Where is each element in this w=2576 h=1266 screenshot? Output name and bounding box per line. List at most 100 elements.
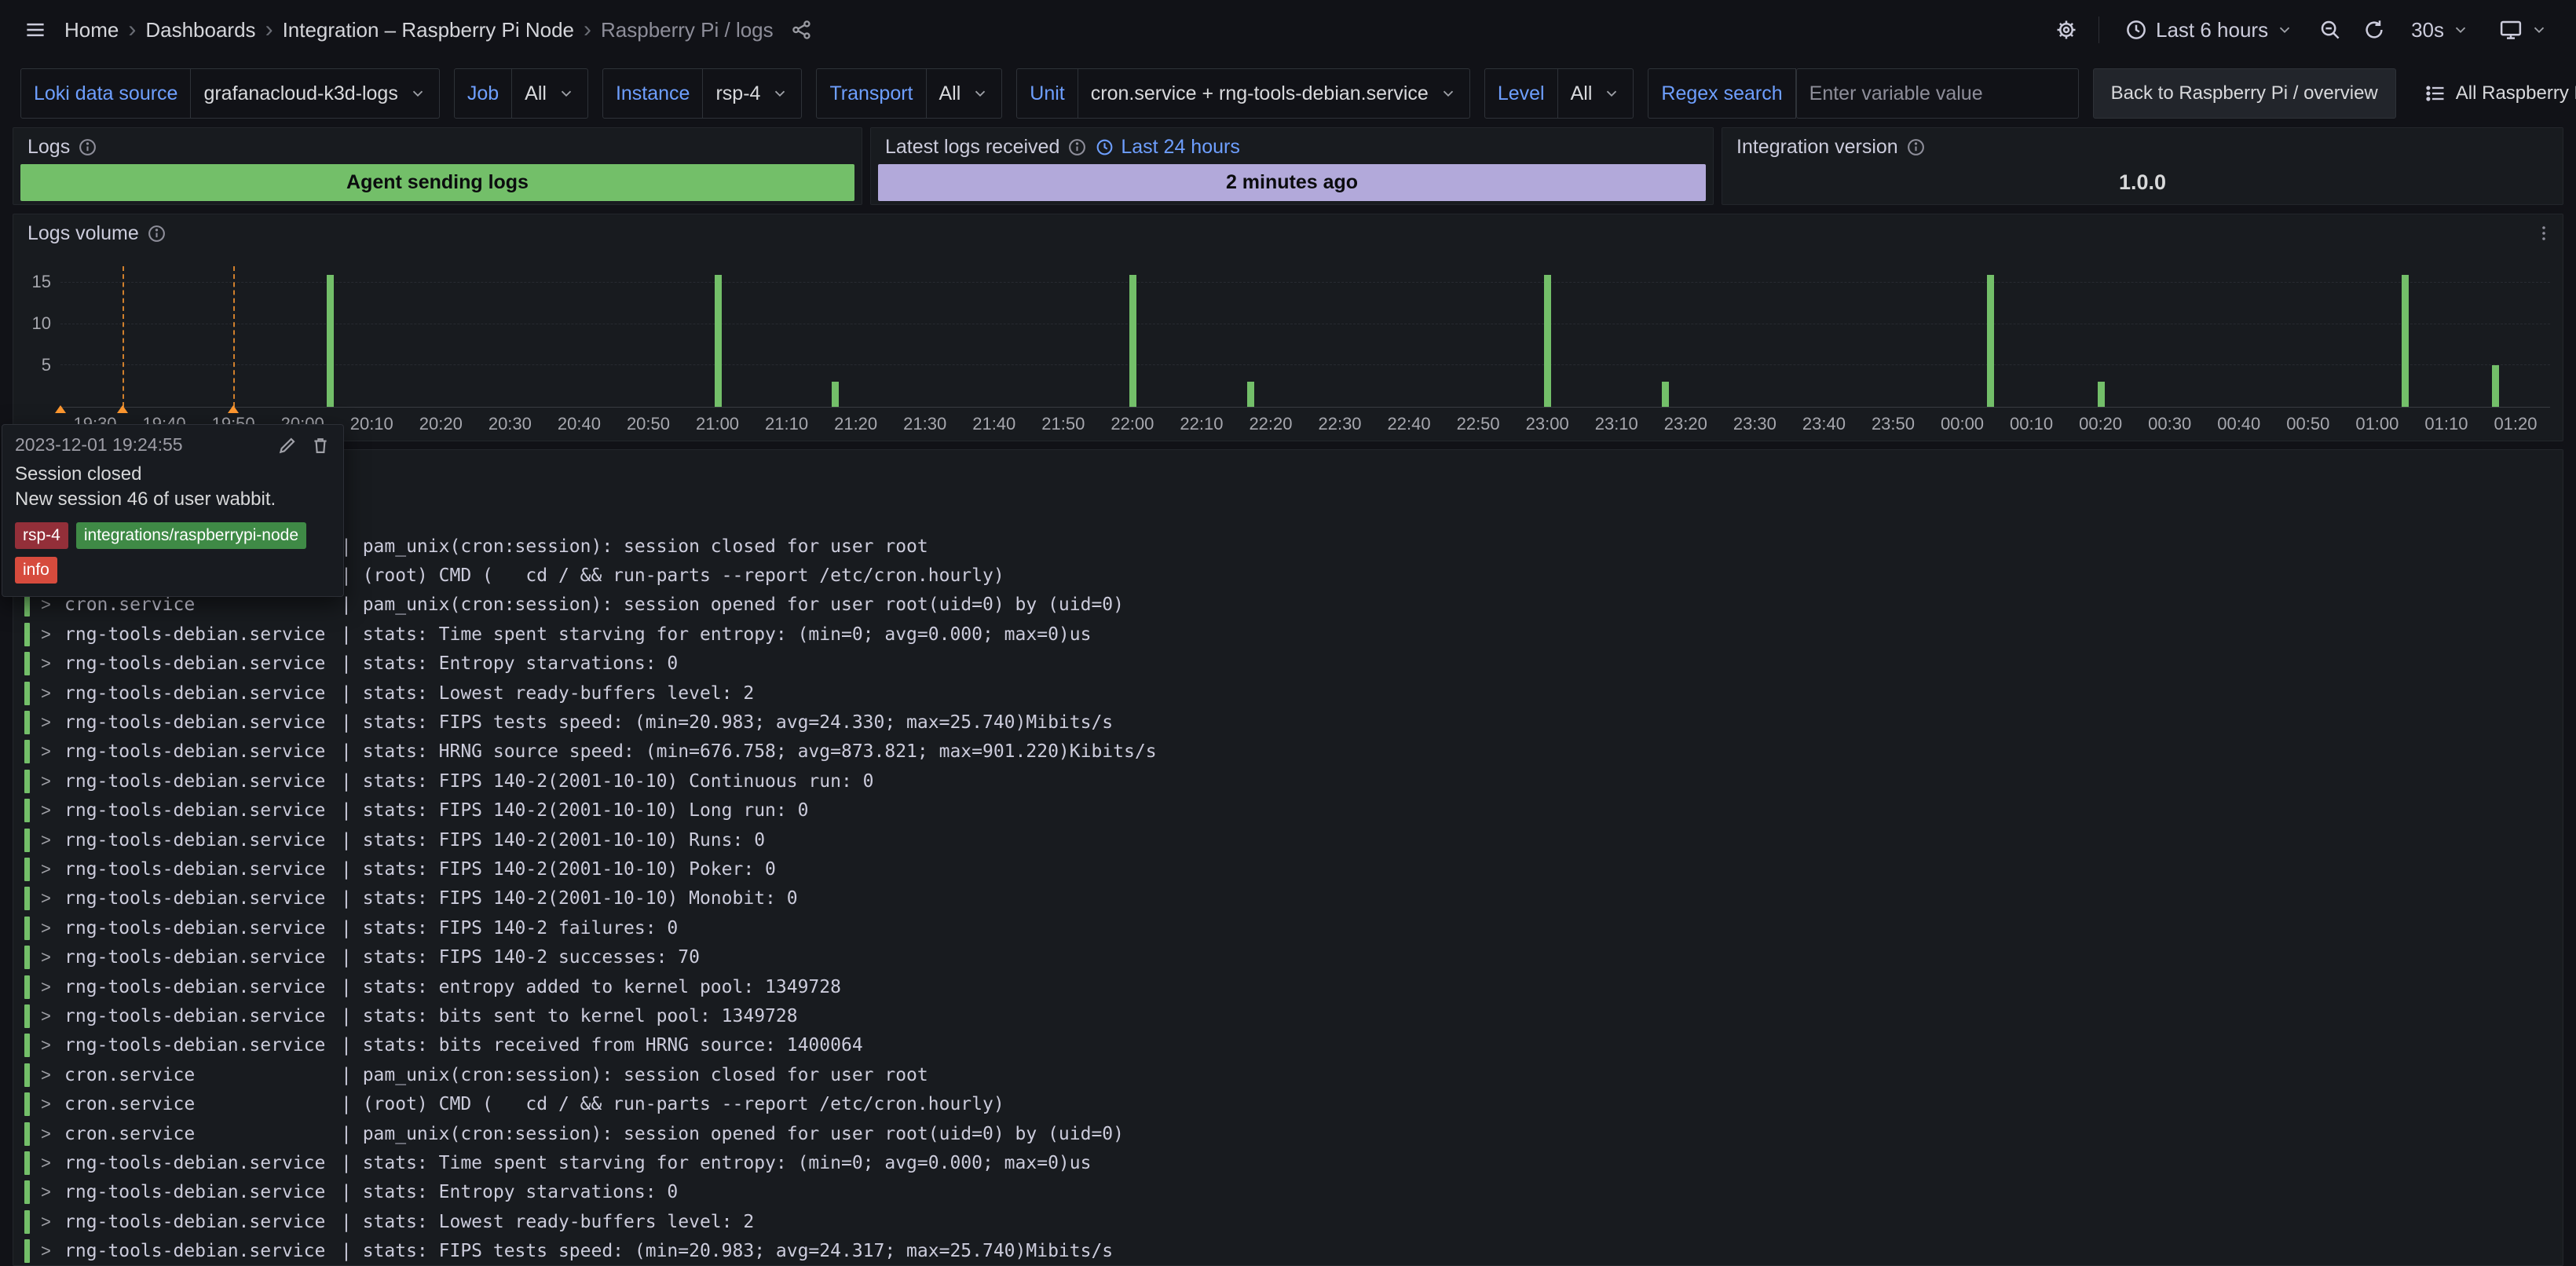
log-row[interactable]: >cron.service| (root) CMD ( cd / && run-… (24, 1089, 2552, 1118)
annotation-tag[interactable]: info (15, 557, 57, 584)
log-row[interactable]: >cron.service| (root) CMD ( cd / && run-… (24, 561, 2552, 590)
expand-chevron-icon[interactable]: > (41, 595, 64, 615)
expand-chevron-icon[interactable]: > (41, 800, 64, 821)
log-row[interactable]: >rng-tools-debian.service| stats: bits r… (24, 1031, 2552, 1060)
log-row[interactable]: >rng-tools-debian.service| stats: Time s… (24, 1148, 2552, 1177)
expand-chevron-icon[interactable]: > (41, 624, 64, 645)
log-message: | stats: Lowest ready-buffers level: 2 (341, 683, 754, 704)
variable-groups: Loki data sourcegrafanacloud-k3d-logsJob… (20, 68, 1634, 119)
regex-search-input[interactable] (1796, 68, 2079, 119)
x-axis-label: 20:30 (488, 414, 532, 434)
info-icon[interactable] (147, 224, 166, 243)
log-level-bar (24, 740, 30, 763)
annotation-marker-icon[interactable] (55, 405, 66, 413)
log-row[interactable]: >rng-tools-debian.service| stats: FIPS t… (24, 1236, 2552, 1265)
variable-dropdown[interactable]: grafanacloud-k3d-logs (191, 68, 439, 119)
log-row[interactable]: >rng-tools-debian.service| stats: bits s… (24, 1001, 2552, 1030)
expand-chevron-icon[interactable]: > (41, 947, 64, 968)
gridline (60, 282, 2550, 283)
expand-chevron-icon[interactable]: > (41, 1241, 64, 1261)
gridline (60, 364, 2550, 365)
log-row[interactable]: >rng-tools-debian.service| stats: Entrop… (24, 1178, 2552, 1207)
expand-chevron-icon[interactable]: > (41, 1094, 64, 1114)
expand-chevron-icon[interactable]: > (41, 1006, 64, 1026)
log-message: | (root) CMD ( cd / && run-parts --repor… (341, 565, 1004, 586)
log-row[interactable]: >rng-tools-debian.service| stats: Lowest… (24, 1207, 2552, 1236)
log-row[interactable]: >rng-tools-debian.service| stats: entrop… (24, 972, 2552, 1001)
log-service: rng-tools-debian.service (64, 771, 341, 792)
refresh-icon[interactable] (2362, 18, 2386, 42)
expand-chevron-icon[interactable]: > (41, 1065, 64, 1085)
x-axis-label: 21:20 (834, 414, 877, 434)
x-axis-label: 01:10 (2424, 414, 2468, 434)
expand-chevron-icon[interactable]: > (41, 888, 64, 909)
expand-chevron-icon[interactable]: > (41, 771, 64, 792)
log-row[interactable]: >rng-tools-debian.service| stats: FIPS 1… (24, 942, 2552, 971)
log-row[interactable]: >rng-tools-debian.service| stats: FIPS t… (24, 708, 2552, 737)
annotation-marker-icon[interactable] (228, 405, 239, 413)
all-dashboards-button[interactable]: All Raspberry Pi / dashboards (2407, 68, 2576, 119)
expand-chevron-icon[interactable]: > (41, 1212, 64, 1232)
info-icon[interactable] (1906, 137, 1926, 157)
variable-dropdown[interactable]: cron.service + rng-tools-debian.service (1078, 68, 1470, 119)
expand-chevron-icon[interactable]: > (41, 1124, 64, 1144)
dashboard-settings-icon[interactable] (2055, 18, 2078, 42)
log-row[interactable]: >cron.service| pam_unix(cron:session): s… (24, 1119, 2552, 1148)
refresh-interval-dropdown[interactable]: 30s (2406, 17, 2474, 43)
delete-annotation-icon[interactable] (310, 435, 331, 456)
expand-chevron-icon[interactable]: > (41, 653, 64, 674)
expand-chevron-icon[interactable]: > (41, 741, 64, 762)
log-row[interactable]: >cron.service| pam_unix(cron:session): s… (24, 532, 2552, 561)
expand-chevron-icon[interactable]: > (41, 918, 64, 939)
back-to-overview-button[interactable]: Back to Raspberry Pi / overview (2093, 68, 2396, 119)
log-row[interactable]: >rng-tools-debian.service| stats: FIPS 1… (24, 796, 2552, 825)
log-row[interactable]: >rng-tools-debian.service| stats: FIPS 1… (24, 884, 2552, 913)
log-row[interactable]: >rng-tools-debian.service| stats: Lowest… (24, 679, 2552, 708)
info-icon[interactable] (1067, 137, 1087, 157)
annotation-tag[interactable]: rsp-4 (15, 522, 68, 549)
expand-chevron-icon[interactable]: > (41, 830, 64, 851)
view-mode-dropdown[interactable] (2494, 17, 2552, 42)
log-message: | stats: Time spent starving for entropy… (341, 624, 1091, 645)
log-row[interactable]: >cron.service| pam_unix(cron:session): s… (24, 591, 2552, 620)
log-row[interactable]: >rng-tools-debian.service| stats: HRNG s… (24, 737, 2552, 767)
log-row[interactable]: >rng-tools-debian.service| stats: FIPS 1… (24, 913, 2552, 942)
breadcrumb-item[interactable]: Home (64, 18, 119, 42)
expand-chevron-icon[interactable]: > (41, 712, 64, 733)
edit-annotation-icon[interactable] (277, 435, 298, 456)
variable-dropdown[interactable]: All (927, 68, 1003, 119)
expand-chevron-icon[interactable]: > (41, 859, 64, 880)
expand-chevron-icon[interactable]: > (41, 977, 64, 997)
log-level-bar (24, 887, 30, 910)
expand-chevron-icon[interactable]: > (41, 1035, 64, 1056)
log-row[interactable]: >cron.service| pam_unix(cron:session): s… (24, 1060, 2552, 1089)
log-message: | stats: FIPS 140-2(2001-10-10) Long run… (341, 800, 808, 821)
log-row[interactable]: >rng-tools-debian.service| stats: FIPS 1… (24, 767, 2552, 796)
breadcrumb-item[interactable]: Integration – Raspberry Pi Node (283, 18, 574, 42)
variable-dropdown[interactable]: All (1558, 68, 1634, 119)
expand-chevron-icon[interactable]: > (41, 1153, 64, 1173)
menu-toggle-icon[interactable] (24, 18, 47, 42)
log-level-bar (24, 975, 30, 999)
variable-dropdown[interactable]: rsp-4 (703, 68, 802, 119)
annotation-marker-icon[interactable] (117, 405, 128, 413)
panel-time-range-link[interactable]: Last 24 hours (1095, 136, 1240, 159)
time-range-picker[interactable]: Last 6 hours (2120, 17, 2298, 43)
log-row[interactable]: >rng-tools-debian.service| stats: Entrop… (24, 649, 2552, 679)
info-icon[interactable] (78, 137, 97, 157)
volume-bar (1247, 382, 1254, 407)
share-icon[interactable] (791, 19, 813, 41)
zoom-out-icon[interactable] (2318, 18, 2342, 42)
status-bar: Agent sending logs (20, 164, 854, 201)
expand-chevron-icon[interactable]: > (41, 683, 64, 704)
log-row[interactable]: >rng-tools-debian.service| stats: FIPS 1… (24, 854, 2552, 884)
log-row[interactable]: >rng-tools-debian.service| stats: Time s… (24, 620, 2552, 649)
volume-bar (715, 275, 722, 407)
annotation-tag[interactable]: integrations/raspberrypi-node (76, 522, 306, 549)
log-row[interactable]: >rng-tools-debian.service| stats: FIPS 1… (24, 825, 2552, 854)
breadcrumb-item[interactable]: Dashboards (145, 18, 255, 42)
clock-icon (2124, 18, 2148, 42)
expand-chevron-icon[interactable]: > (41, 1182, 64, 1202)
panel-menu-icon[interactable] (2531, 221, 2556, 246)
variable-dropdown[interactable]: All (512, 68, 588, 119)
